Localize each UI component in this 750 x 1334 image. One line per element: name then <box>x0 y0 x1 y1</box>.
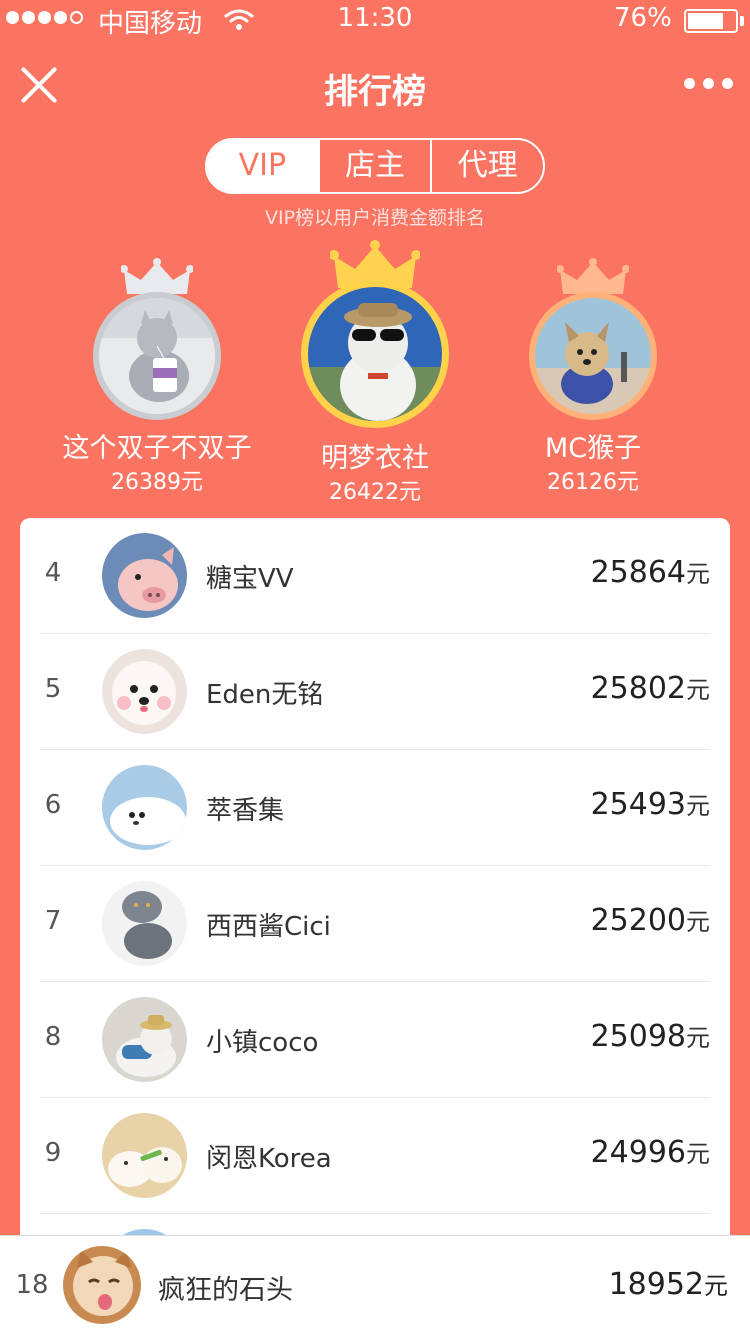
user-name: 萃香集 <box>206 796 285 826</box>
avatar <box>102 881 187 966</box>
more-options-icon[interactable] <box>684 78 733 89</box>
amount: 25493元 <box>590 787 710 822</box>
status-bar: 中国移动 11:30 76% <box>0 0 750 40</box>
list-item[interactable]: 9 闵恩Korea 24996元 <box>40 1098 710 1214</box>
winking-cat-avatar <box>63 1246 141 1324</box>
podium-name: 明梦衣社 <box>321 443 429 474</box>
cat-with-sunglasses-avatar <box>308 287 442 421</box>
cat-with-cup-avatar <box>99 298 215 414</box>
list-item[interactable]: 4 糖宝VV 25864元 <box>40 518 710 634</box>
avatar <box>63 1246 141 1324</box>
amount: 25098元 <box>590 1019 710 1054</box>
user-name: 闵恩Korea <box>206 1144 332 1174</box>
amount: 25802元 <box>590 671 710 706</box>
avatar <box>102 765 187 850</box>
amount: 24996元 <box>590 1135 710 1170</box>
amount: 25864元 <box>590 555 710 590</box>
podium-amount: 26389元 <box>111 470 203 495</box>
yorkie-dog-avatar <box>535 298 651 414</box>
podium-third[interactable]: MC猴子 26126元 <box>473 240 713 495</box>
list-item[interactable]: 6 萃香集 25493元 <box>40 750 710 866</box>
grey-cats-avatar <box>102 881 187 966</box>
rank-number: 7 <box>44 906 62 936</box>
cat-in-hat-avatar <box>102 997 187 1082</box>
seal-pup-avatar <box>102 765 187 850</box>
nav-bar: 排行榜 <box>0 40 750 130</box>
rank-number: 5 <box>44 674 62 704</box>
rank-number: 18 <box>15 1270 49 1300</box>
user-name: 西西酱Cici <box>206 912 331 942</box>
ranking-tabs: VIP 店主 代理 <box>205 138 545 194</box>
list-item[interactable]: 8 小镇coco 25098元 <box>40 982 710 1098</box>
avatar <box>529 292 657 420</box>
podium-amount: 26126元 <box>547 470 639 495</box>
podium-name: MC猴子 <box>544 433 642 464</box>
rank-number: 9 <box>44 1138 62 1168</box>
avatar <box>301 280 449 428</box>
battery-icon <box>684 9 738 33</box>
avatar <box>93 292 221 420</box>
podium-amount: 26422元 <box>329 480 421 505</box>
tab-agent[interactable]: 代理 <box>430 140 543 192</box>
white-dog-avatar <box>102 649 187 734</box>
ranking-list: 4 糖宝VV 25864元 5 Eden无铭 25802元 6 萃香集 2549… <box>20 518 730 1278</box>
avatar <box>102 1113 187 1198</box>
rank-number: 8 <box>44 1022 62 1052</box>
my-rank-bar[interactable]: 18 疯狂的石头 18952元 <box>0 1235 750 1334</box>
tab-shop-owner[interactable]: 店主 <box>317 140 431 192</box>
user-name: 小镇coco <box>206 1028 319 1058</box>
avatar <box>102 649 187 734</box>
podium-name: 这个双子不双子 <box>62 433 252 464</box>
page-title: 排行榜 <box>324 72 426 112</box>
tab-vip[interactable]: VIP <box>207 140 318 192</box>
user-name: 糖宝VV <box>206 564 294 594</box>
user-name: 疯狂的石头 <box>158 1275 293 1306</box>
podium-second[interactable]: 这个双子不双子 26389元 <box>37 240 277 495</box>
rank-number: 6 <box>44 790 62 820</box>
avatar <box>102 533 187 618</box>
battery-percent: 76% <box>614 3 672 33</box>
amount: 25200元 <box>590 903 710 938</box>
user-name: Eden无铭 <box>206 680 324 710</box>
tab-hint: VIP榜以用户消费金额排名 <box>264 207 486 229</box>
list-item[interactable]: 5 Eden无铭 25802元 <box>40 634 710 750</box>
list-item[interactable]: 7 西西酱Cici 25200元 <box>40 866 710 982</box>
avatar <box>102 997 187 1082</box>
rank-number: 4 <box>44 558 62 588</box>
piglet-avatar <box>102 533 187 618</box>
podium-first[interactable]: 明梦衣社 26422元 <box>255 236 495 505</box>
amount: 18952元 <box>608 1267 728 1302</box>
rabbits-avatar <box>102 1113 187 1198</box>
